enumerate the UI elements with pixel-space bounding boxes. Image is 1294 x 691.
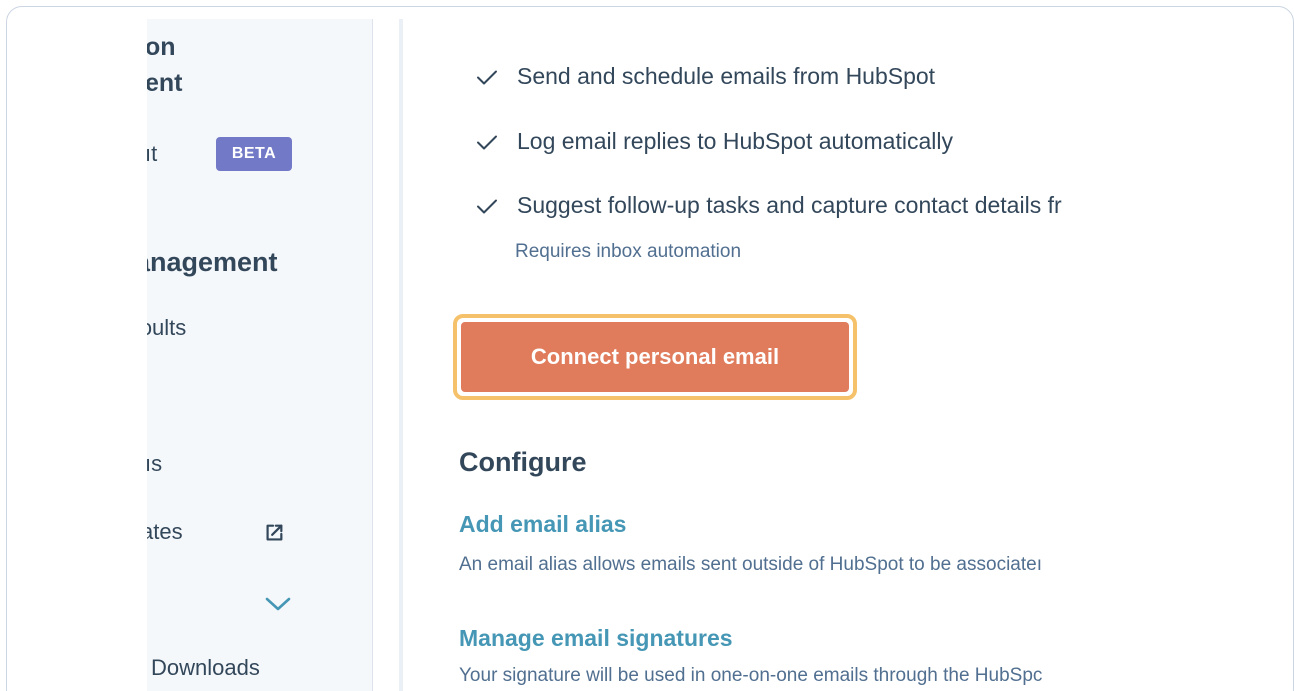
feature-item: Send and schedule emails from HubSpot: [475, 63, 935, 90]
sidebar-title-line1: on: [147, 33, 176, 61]
sidebar-section-heading: anagement: [147, 247, 278, 277]
manage-email-signatures-link[interactable]: Manage email signatures: [459, 625, 733, 652]
alias-description: An email alias allows emails sent outsid…: [459, 554, 1042, 575]
signatures-description: Your signature will be used in one-on-on…: [459, 665, 1043, 686]
feature-text: Log email replies to HubSpot automatical…: [517, 128, 953, 154]
feature-item: Log email replies to HubSpot automatical…: [475, 128, 953, 155]
sidebar-title-line2: ent: [147, 69, 183, 97]
feature-item: Suggest follow-up tasks and capture cont…: [475, 192, 1062, 219]
chevron-down-icon[interactable]: [264, 595, 292, 613]
connect-personal-email-button[interactable]: Connect personal email: [461, 322, 849, 392]
sidebar-item-downloads[interactable]: Downloads: [151, 655, 260, 681]
feature-note: Requires inbox automation: [515, 241, 742, 262]
sidebar-divider: [373, 19, 403, 691]
sidebar-item-defaults[interactable]: ɔults: [147, 315, 186, 341]
check-icon: [477, 199, 497, 213]
sidebar-item-account[interactable]: ıt: [147, 141, 157, 167]
check-icon: [477, 135, 497, 149]
configure-heading: Configure: [459, 447, 587, 477]
check-icon: [477, 70, 497, 84]
settings-sidebar: on ent ıt BETA anagement ɔults ıs ates D…: [147, 19, 373, 691]
main-content: Send and schedule emails from HubSpot Lo…: [407, 19, 1163, 691]
sidebar-item-ns[interactable]: ıs: [147, 451, 162, 477]
app-window: on ent ıt BETA anagement ɔults ıs ates D…: [6, 6, 1294, 691]
add-email-alias-link[interactable]: Add email alias: [459, 511, 626, 538]
beta-badge: BETA: [216, 137, 292, 171]
feature-text: Suggest follow-up tasks and capture cont…: [517, 192, 1062, 218]
sidebar-item-updates[interactable]: ates: [147, 519, 183, 545]
feature-text: Send and schedule emails from HubSpot: [517, 63, 936, 89]
external-link-icon[interactable]: [263, 522, 285, 544]
